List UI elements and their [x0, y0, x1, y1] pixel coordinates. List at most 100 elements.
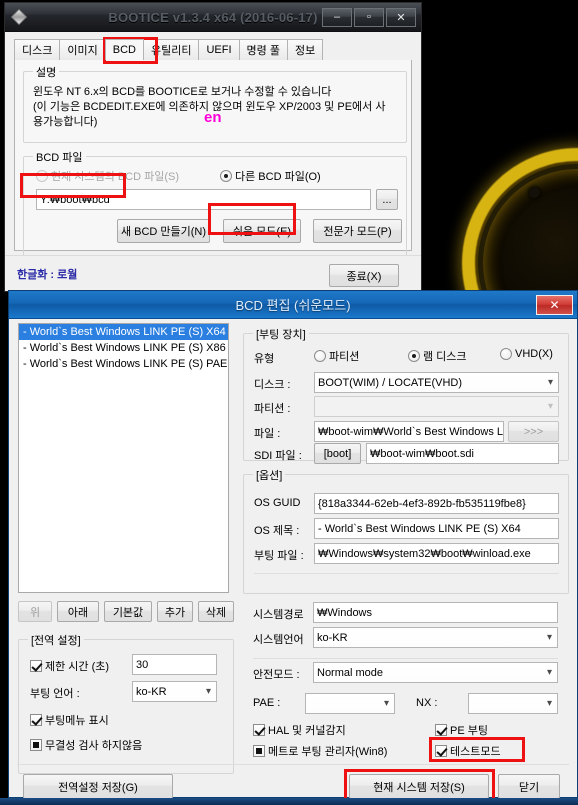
no-integrity-checks-label: 무결성 검사 하지않음	[45, 740, 143, 752]
list-item[interactable]: - World`s Best Windows LINK PE (S) X86	[19, 340, 228, 356]
tab-bcd[interactable]: BCD	[104, 39, 144, 60]
system-path-label: 시스템경로	[253, 609, 304, 621]
disk-select[interactable]: BOOT(WIM) / LOCATE(VHD) ▾	[314, 372, 559, 393]
bcd-file-group: BCD 파일 현재 시스템의 BCD 파일(S) 다른 BCD 파일(O) Y:…	[23, 149, 407, 261]
radio-dot-icon	[220, 170, 232, 182]
radio-other-bcd-label: 다른 BCD 파일(O)	[235, 171, 321, 183]
expert-mode-button[interactable]: 전문가 모드(P)	[313, 219, 402, 243]
close-icon[interactable]: ✕	[536, 294, 573, 315]
chevron-down-icon: ▾	[546, 666, 552, 678]
timeout-input[interactable]: 30	[132, 654, 217, 675]
minimize-button[interactable]: –	[322, 7, 352, 27]
radio-ram-disk[interactable]: 램 디스크	[408, 348, 467, 364]
radio-ram-disk-label: 램 디스크	[423, 351, 467, 363]
no-integrity-checks-checkbox[interactable]: 무결성 검사 하지않음	[30, 737, 142, 753]
safe-mode-select[interactable]: Normal mode ▾	[313, 662, 558, 683]
pae-select[interactable]: ▾	[305, 693, 395, 714]
sdi-boot-button[interactable]: [boot]	[314, 443, 361, 464]
bootice-tabstrip: 디스크 이미지 BCD 유틸리티 UEFI 명령 풀 정보	[14, 39, 412, 61]
close-button[interactable]: ✕	[386, 7, 416, 27]
radio-current-system-bcd-label: 현재 시스템의 BCD 파일(S)	[51, 171, 180, 183]
move-up-button[interactable]: 위	[18, 601, 52, 622]
radio-current-system-bcd[interactable]: 현재 시스템의 BCD 파일(S)	[36, 168, 179, 184]
bcd-editor-titlebar[interactable]: BCD 편집 (쉬운모드) ✕	[9, 291, 577, 319]
save-current-system-button[interactable]: 현재 시스템 저장(S)	[349, 774, 489, 799]
options-group: [옵션] OS GUID {818a3344-62eb-4ef3-892b-fb…	[243, 467, 569, 594]
checkbox-icon	[253, 724, 265, 736]
boot-language-select[interactable]: ko-KR ▾	[132, 681, 217, 702]
tab-info[interactable]: 정보	[286, 39, 324, 60]
exit-button[interactable]: 종료(X)	[329, 264, 399, 287]
partition-select[interactable]: ▾	[314, 396, 559, 417]
bootice-titlebar[interactable]: BOOTICE v1.3.4 x64 (2016-06-17) – ▫ ✕	[5, 3, 421, 32]
radio-vhd[interactable]: VHD(X)	[500, 348, 553, 360]
hal-kernel-detect-checkbox[interactable]: HAL 및 커널감지	[253, 722, 346, 738]
device-type-label: 유형	[254, 353, 275, 365]
checkbox-indeterminate-icon	[30, 739, 42, 751]
chevron-down-icon: ▾	[205, 685, 211, 697]
browse-button[interactable]: ...	[376, 189, 398, 210]
bcd-tab-page: 설명 윈도우 NT 6.x의 BCD를 BOOTICE로 보거나 수정할 수 있…	[14, 60, 412, 261]
system-language-select[interactable]: ko-KR ▾	[313, 627, 558, 648]
boot-language-value: ko-KR	[136, 685, 167, 698]
sdi-file-label: SDI 파일 :	[254, 450, 302, 462]
os-entry-list[interactable]: - World`s Best Windows LINK PE (S) X64 -…	[18, 323, 229, 593]
tab-uefi[interactable]: UEFI	[198, 39, 240, 60]
pe-boot-checkbox[interactable]: PE 부팅	[435, 722, 488, 738]
radio-vhd-label: VHD(X)	[515, 348, 553, 360]
boot-language-label: 부팅 언어 :	[30, 688, 80, 700]
close-dialog-button[interactable]: 닫기	[498, 774, 560, 799]
maximize-button[interactable]: ▫	[354, 7, 384, 27]
checkbox-icon	[30, 714, 42, 726]
disk-value: BOOT(WIM) / LOCATE(VHD)	[318, 376, 463, 389]
tab-image[interactable]: 이미지	[59, 39, 106, 60]
set-default-button[interactable]: 기본값	[104, 601, 152, 622]
system-language-value: ko-KR	[317, 631, 348, 644]
options-group-title: [옵션]	[253, 467, 286, 483]
tab-utility[interactable]: 유틸리티	[142, 39, 200, 60]
radio-other-bcd[interactable]: 다른 BCD 파일(O)	[220, 168, 321, 184]
file-browse-button[interactable]: >>>	[508, 421, 559, 442]
checkbox-indeterminate-icon	[253, 745, 265, 757]
test-mode-checkbox[interactable]: 테스트모드	[435, 743, 501, 759]
create-new-bcd-button[interactable]: 새 BCD 만들기(N)	[117, 219, 210, 243]
bcd-path-input[interactable]: Y:₩boot₩bcd	[36, 189, 371, 210]
system-language-label: 시스템언어	[253, 634, 304, 646]
checkbox-icon	[435, 724, 447, 736]
boot-device-group-title: [부팅 장치]	[253, 326, 309, 342]
tab-disk[interactable]: 디스크	[14, 39, 61, 60]
boot-file-input[interactable]: ₩boot-wim₩World`s Best Windows LII	[314, 421, 504, 442]
pae-label: PAE :	[253, 697, 281, 709]
taskbar-strip	[0, 798, 578, 805]
save-global-settings-button[interactable]: 전역설정 저장(G)	[23, 774, 173, 799]
os-guid-input[interactable]: {818a3344-62eb-4ef3-892b-fb535119fbe8}	[314, 493, 559, 514]
localization-credit: 한글화 : 로월	[17, 269, 78, 281]
list-item[interactable]: - World`s Best Windows LINK PE (S) PAE	[19, 356, 228, 372]
bootice-statusbar: 한글화 : 로월 종료(X)	[5, 255, 421, 291]
description-line-3: 용가능합니다)	[33, 116, 98, 128]
bcd-editor-window: BCD 편집 (쉬운모드) ✕ - World`s Best Windows L…	[8, 290, 578, 803]
add-entry-button[interactable]: 추가	[157, 601, 193, 622]
radio-partition[interactable]: 파티션	[314, 348, 359, 364]
move-down-button[interactable]: 아래	[57, 601, 99, 622]
nx-select[interactable]: ▾	[468, 693, 558, 714]
delete-entry-button[interactable]: 삭제	[198, 601, 234, 622]
radio-dot-icon	[314, 350, 326, 362]
list-item[interactable]: - World`s Best Windows LINK PE (S) X64	[19, 324, 228, 340]
timeout-checkbox[interactable]: 제한 시간 (초)	[30, 658, 109, 674]
show-boot-menu-checkbox[interactable]: 부팅메뉴 표시	[30, 712, 109, 728]
system-path-input[interactable]: ₩Windows	[313, 602, 558, 623]
metro-boot-manager-checkbox[interactable]: 메트로 부팅 관리자(Win8)	[253, 743, 387, 759]
easy-mode-button[interactable]: 쉬운 모드(E)	[223, 219, 301, 243]
global-settings-group-title: [전역 설정]	[28, 632, 84, 648]
boot-loader-file-label: 부팅 파일 :	[254, 550, 304, 562]
os-title-input[interactable]: - World`s Best Windows LINK PE (S) X64	[314, 518, 559, 539]
lower-divider	[253, 658, 558, 659]
overlay-annotation-en: en	[204, 109, 222, 126]
radio-dot-icon	[36, 170, 48, 182]
tab-command-pool[interactable]: 명령 풀	[238, 39, 288, 60]
disk-label: 디스크 :	[254, 379, 291, 391]
sdi-file-input[interactable]: ₩boot-wim₩boot.sdi	[366, 443, 559, 464]
boot-loader-file-input[interactable]: ₩Windows₩system32₩boot₩winload.exe	[314, 543, 559, 564]
os-title-label: OS 제목 :	[254, 525, 300, 537]
